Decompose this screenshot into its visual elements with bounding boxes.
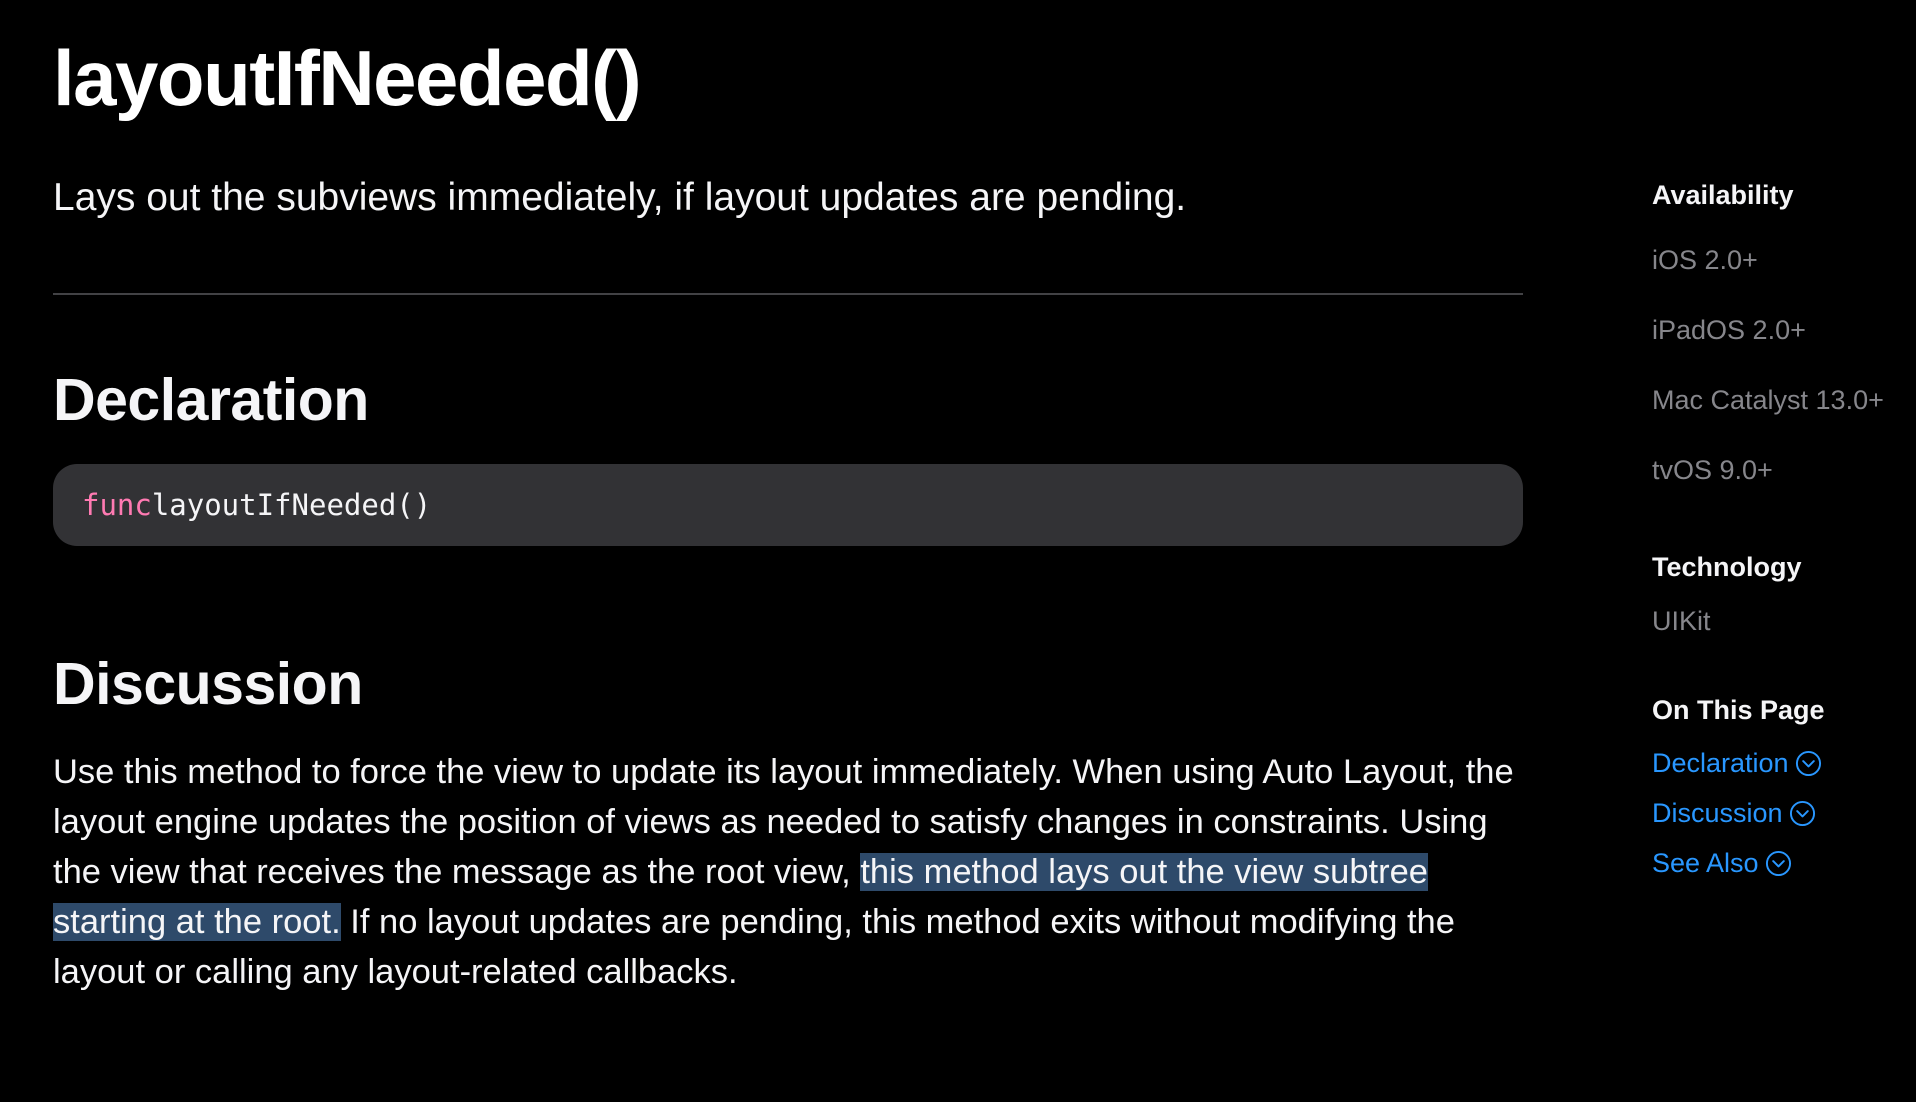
availability-item: iOS 2.0+ (1652, 245, 1758, 275)
selected-text[interactable]: this method lays out the view subtree (860, 853, 1428, 891)
on-this-page-link-see-also[interactable]: See Also (1652, 848, 1792, 879)
availability-heading: Availability (1652, 180, 1794, 210)
on-this-page-link-discussion[interactable]: Discussion (1652, 798, 1816, 829)
discussion-line: the view that receives the message as th… (53, 847, 1533, 897)
availability-item: iPadOS 2.0+ (1652, 315, 1806, 345)
availability-item: tvOS 9.0+ (1652, 455, 1773, 485)
technology-heading: Technology (1652, 552, 1802, 582)
selected-text[interactable]: starting at the root. (53, 903, 341, 941)
discussion-line: starting at the root. If no layout updat… (53, 897, 1533, 947)
link-label: Declaration (1652, 748, 1789, 778)
discussion-paragraph: Use this method to force the view to upd… (53, 747, 1533, 997)
technology-link[interactable]: UIKit (1652, 606, 1711, 637)
discussion-line: layout engine updates the position of vi… (53, 803, 1488, 841)
on-this-page-heading: On This Page (1652, 695, 1825, 725)
on-this-page-link-declaration[interactable]: Declaration (1652, 748, 1822, 779)
chevron-down-circle-icon (1795, 750, 1821, 777)
discussion-line: layout or calling any layout-related cal… (53, 953, 738, 991)
link-label: Discussion (1652, 798, 1783, 828)
availability-item: Mac Catalyst 13.0+ (1652, 385, 1884, 415)
code-signature: layoutIfNeeded() (151, 488, 432, 522)
code-keyword: func (82, 488, 152, 522)
link-label: See Also (1652, 848, 1759, 878)
page-title: layoutIfNeeded() (53, 34, 642, 122)
discussion-text: the view that receives the message as th… (53, 853, 861, 891)
chevron-down-circle-icon (1765, 850, 1791, 877)
page-abstract: Lays out the subviews immediately, if la… (53, 176, 1187, 219)
discussion-text: If no layout updates are pending, this m… (340, 903, 1455, 941)
declaration-code-block: func layoutIfNeeded() (53, 464, 1523, 546)
section-divider (53, 293, 1523, 295)
declaration-heading: Declaration (53, 367, 369, 433)
discussion-heading: Discussion (53, 651, 363, 717)
discussion-line: Use this method to force the view to upd… (53, 753, 1514, 791)
chevron-down-circle-icon (1789, 800, 1815, 827)
